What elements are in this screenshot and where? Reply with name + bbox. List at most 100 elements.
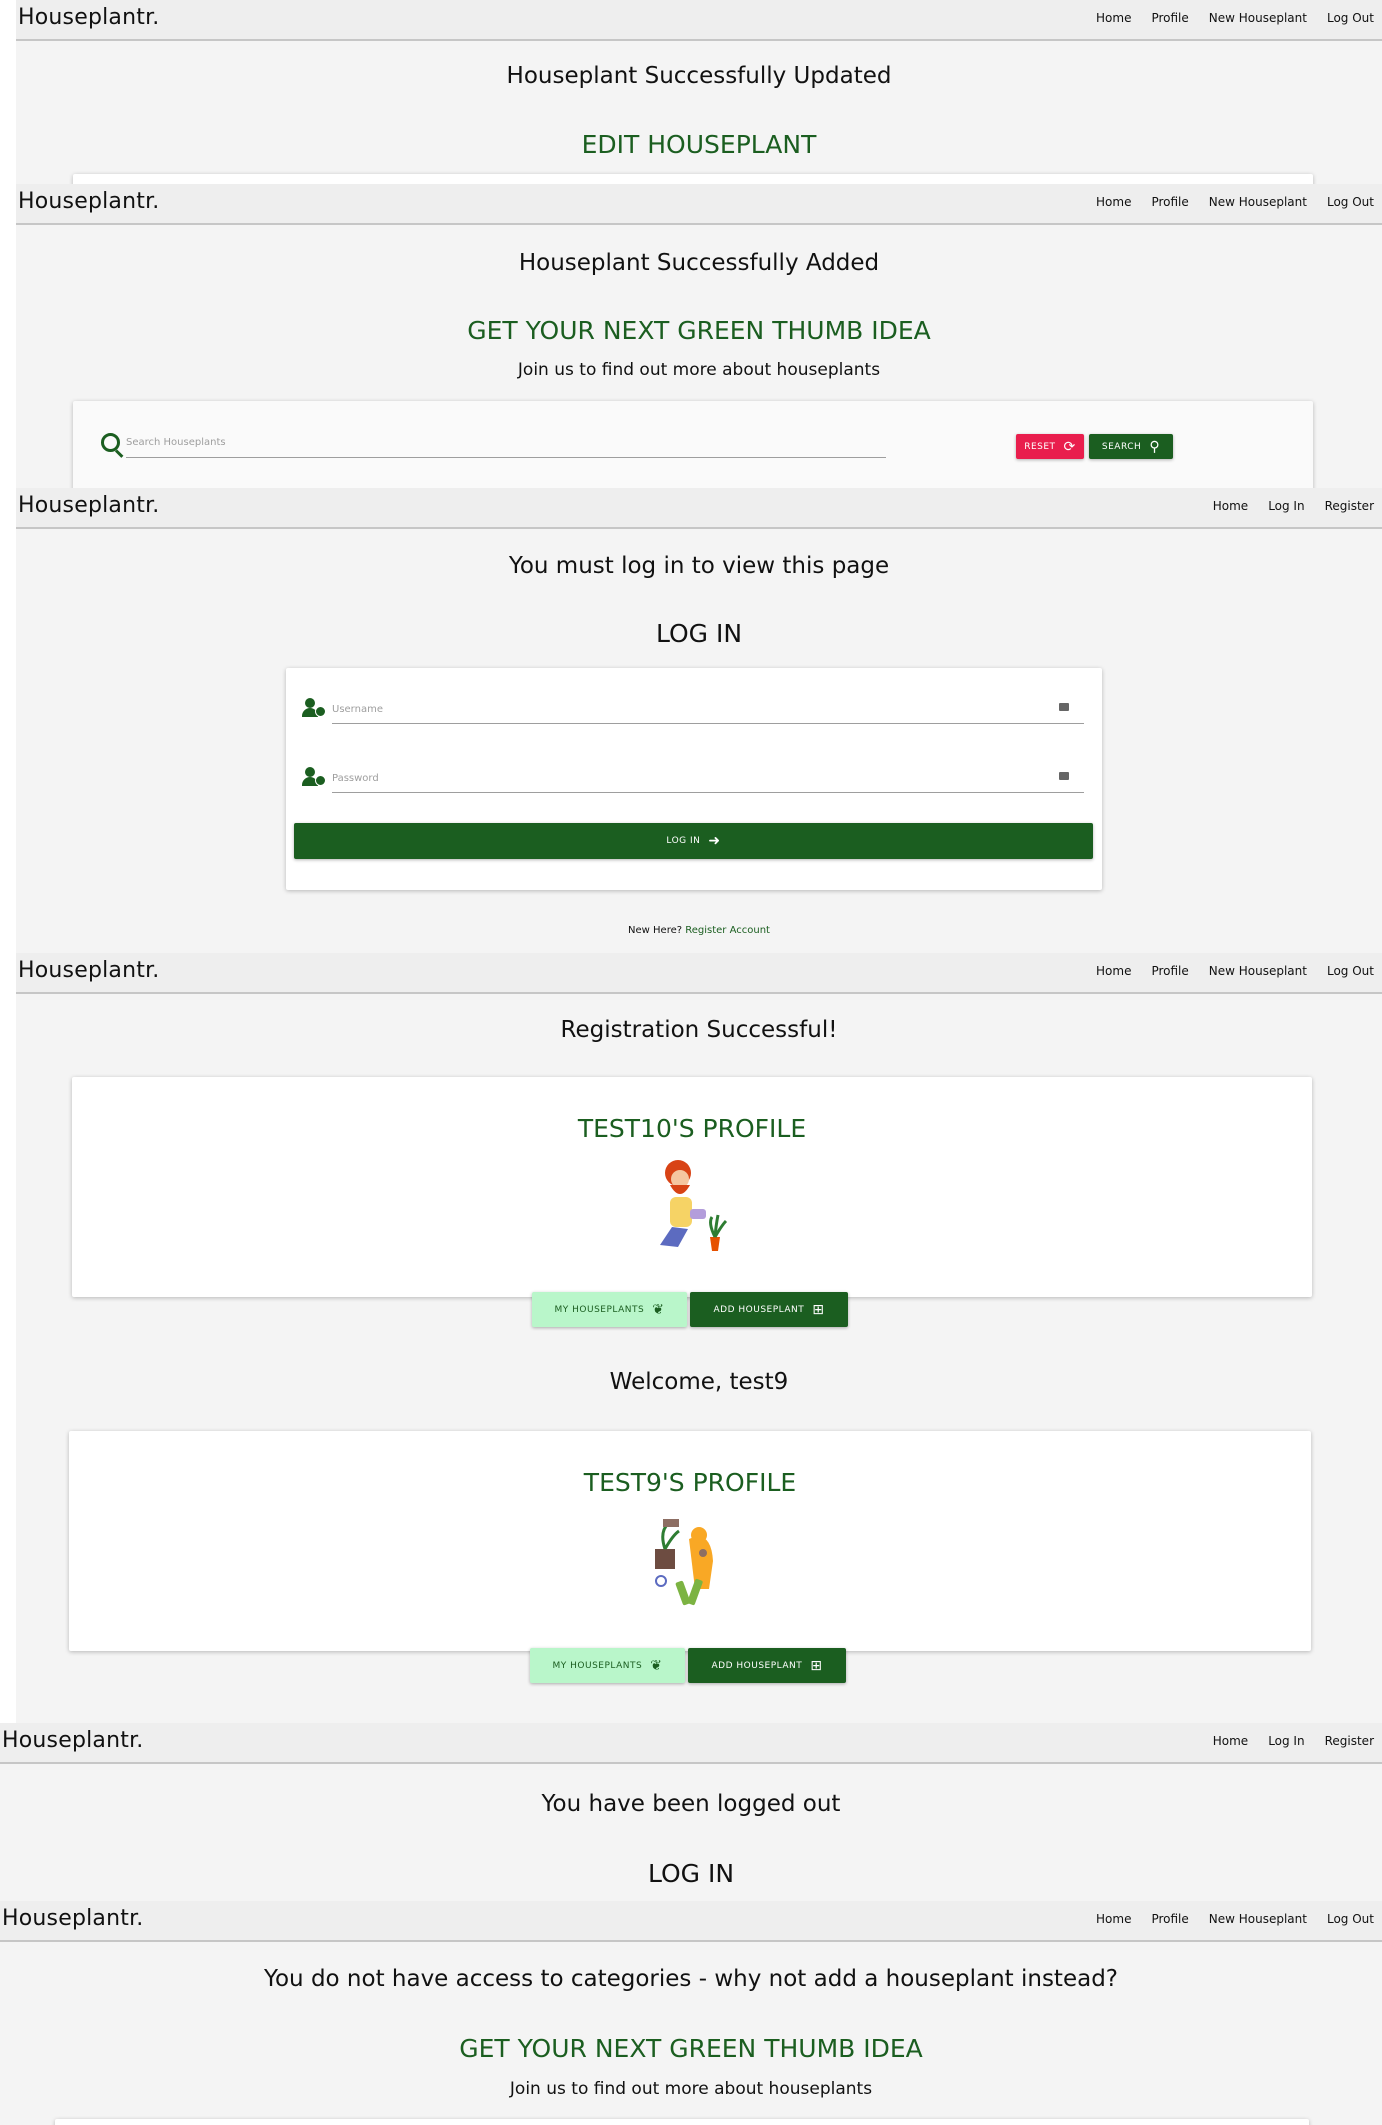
leaf-icon: ❦ xyxy=(652,1301,665,1318)
screen-login-required: Houseplantr. Home Log In Register You mu… xyxy=(16,488,1382,953)
navbar: Houseplantr. Home Profile New Houseplant… xyxy=(16,0,1382,41)
search-icon: ⚲ xyxy=(1149,438,1161,455)
navbar: Houseplantr. Home Log In Register xyxy=(16,488,1382,529)
search-button[interactable]: SEARCH ⚲ xyxy=(1089,434,1173,459)
brand-logo[interactable]: Houseplantr. xyxy=(18,189,160,214)
keyboard-icon xyxy=(1059,703,1069,711)
edit-form-card xyxy=(73,174,1313,184)
flash-message: You have been logged out xyxy=(541,1791,841,1817)
nav-log-in[interactable]: Log In xyxy=(1268,1734,1304,1748)
flash-message: Registration Successful! xyxy=(560,1017,838,1043)
flash-message: Houseplant Successfully Updated xyxy=(506,63,892,89)
add-houseplant-button[interactable]: ADD HOUSEPLANT ⊞ xyxy=(690,1292,848,1327)
nav-profile[interactable]: Profile xyxy=(1151,1912,1188,1926)
navbar: Houseplantr. Home Profile New Houseplant… xyxy=(16,184,1382,225)
nav-links: Home Log In Register xyxy=(1193,499,1374,513)
nav-log-out[interactable]: Log Out xyxy=(1327,11,1374,25)
nav-register[interactable]: Register xyxy=(1325,1734,1374,1748)
reset-button-label: RESET xyxy=(1024,441,1056,452)
nav-log-in[interactable]: Log In xyxy=(1268,499,1304,513)
brand-logo[interactable]: Houseplantr. xyxy=(18,493,160,518)
refresh-icon: ⟳ xyxy=(1063,438,1076,455)
brand-logo[interactable]: Houseplantr. xyxy=(2,1728,144,1753)
nav-profile[interactable]: Profile xyxy=(1151,964,1188,978)
add-houseplant-label: ADD HOUSEPLANT xyxy=(713,1304,805,1315)
sign-in-icon: ➜ xyxy=(708,833,721,849)
leaf-icon: ❦ xyxy=(650,1657,663,1674)
search-input-underline xyxy=(126,457,886,458)
search-button-label: SEARCH xyxy=(1101,441,1142,452)
my-houseplants-button[interactable]: MY HOUSEPLANTS ❦ xyxy=(532,1292,687,1327)
profile-card: TEST10'S PROFILE xyxy=(72,1077,1312,1297)
password-field[interactable]: Password xyxy=(332,773,379,784)
screen-logged-out: Houseplantr. Home Log In Register You ha… xyxy=(0,1723,1382,1901)
flash-message: You do not have access to categories - w… xyxy=(263,1966,1119,1992)
nav-new-houseplant[interactable]: New Houseplant xyxy=(1209,195,1307,209)
nav-log-out[interactable]: Log Out xyxy=(1327,1912,1374,1926)
navbar: Houseplantr. Home Profile New Houseplant… xyxy=(0,1901,1382,1942)
screen-categories-denied: Houseplantr. Home Profile New Houseplant… xyxy=(0,1901,1382,2125)
log-in-button-label: LOG IN xyxy=(666,836,701,846)
nav-links: Home Log In Register xyxy=(1193,1734,1374,1748)
register-account-link[interactable]: Register Account xyxy=(685,925,770,936)
my-houseplants-button[interactable]: MY HOUSEPLANTS ❦ xyxy=(530,1648,685,1683)
page-title: GET YOUR NEXT GREEN THUMB IDEA xyxy=(467,316,931,345)
page-subtitle: Join us to find out more about houseplan… xyxy=(509,2079,873,2099)
nav-links: Home Profile New Houseplant Log Out xyxy=(1076,11,1374,25)
user-lock-icon xyxy=(302,767,326,787)
nav-home[interactable]: Home xyxy=(1213,1734,1248,1748)
nav-home[interactable]: Home xyxy=(1213,499,1248,513)
nav-new-houseplant[interactable]: New Houseplant xyxy=(1209,964,1307,978)
log-in-button[interactable]: LOG IN ➜ xyxy=(294,823,1093,859)
nav-home[interactable]: Home xyxy=(1096,1912,1131,1926)
page-subtitle: Join us to find out more about houseplan… xyxy=(517,360,881,380)
plus-square-icon: ⊞ xyxy=(810,1657,823,1674)
nav-home[interactable]: Home xyxy=(1096,964,1131,978)
username-underline xyxy=(332,723,1084,724)
brand-logo[interactable]: Houseplantr. xyxy=(18,5,160,30)
nav-links: Home Profile New Houseplant Log Out xyxy=(1076,964,1374,978)
profile-title: TEST9'S PROFILE xyxy=(583,1468,797,1497)
new-here-text: New Here? xyxy=(628,925,683,936)
gardener-illustration xyxy=(660,1160,728,1251)
profile-card: TEST9'S PROFILE xyxy=(69,1431,1311,1651)
user-cog-icon xyxy=(302,698,326,718)
profile-title: TEST10'S PROFILE xyxy=(577,1114,807,1143)
brand-logo[interactable]: Houseplantr. xyxy=(2,1906,144,1931)
screen-houseplant-added: Houseplantr. Home Profile New Houseplant… xyxy=(16,184,1382,488)
add-houseplant-label: ADD HOUSEPLANT xyxy=(711,1660,803,1671)
my-houseplants-label: MY HOUSEPLANTS xyxy=(552,1660,643,1671)
add-houseplant-button[interactable]: ADD HOUSEPLANT ⊞ xyxy=(688,1648,846,1683)
nav-new-houseplant[interactable]: New Houseplant xyxy=(1209,11,1307,25)
search-icon xyxy=(101,433,120,452)
keyboard-icon xyxy=(1059,772,1069,780)
nav-links: Home Profile New Houseplant Log Out xyxy=(1076,1912,1374,1926)
nav-profile[interactable]: Profile xyxy=(1151,195,1188,209)
password-underline xyxy=(332,792,1084,793)
username-field[interactable]: Username xyxy=(332,704,383,715)
nav-register[interactable]: Register xyxy=(1325,499,1374,513)
navbar: Houseplantr. Home Log In Register xyxy=(0,1723,1382,1764)
nav-log-out[interactable]: Log Out xyxy=(1327,195,1374,209)
flash-message: You must log in to view this page xyxy=(508,553,890,579)
register-prompt: New Here? Register Account xyxy=(16,925,1382,936)
screen-edit-houseplant: Houseplantr. Home Profile New Houseplant… xyxy=(16,0,1382,184)
page-title: LOG IN xyxy=(655,619,743,648)
nav-new-houseplant[interactable]: New Houseplant xyxy=(1209,1912,1307,1926)
nav-home[interactable]: Home xyxy=(1096,11,1131,25)
screen-profiles: Houseplantr. Home Profile New Houseplant… xyxy=(16,953,1382,1723)
cat-plant-illustration xyxy=(655,1519,713,1606)
page-title: LOG IN xyxy=(647,1859,735,1888)
search-card: Search Houseplants RESET ⟳ SEARCH ⚲ xyxy=(73,401,1313,488)
page-title: GET YOUR NEXT GREEN THUMB IDEA xyxy=(459,2034,923,2063)
nav-home[interactable]: Home xyxy=(1096,195,1131,209)
search-card xyxy=(55,2119,1309,2125)
navbar: Houseplantr. Home Profile New Houseplant… xyxy=(16,953,1382,994)
nav-log-out[interactable]: Log Out xyxy=(1327,964,1374,978)
login-card: Username Password LOG IN ➜ xyxy=(286,668,1102,890)
brand-logo[interactable]: Houseplantr. xyxy=(18,958,160,983)
search-input[interactable]: Search Houseplants xyxy=(126,437,226,448)
welcome-message: Welcome, test9 xyxy=(609,1369,789,1395)
nav-profile[interactable]: Profile xyxy=(1151,11,1188,25)
reset-button[interactable]: RESET ⟳ xyxy=(1016,434,1084,459)
